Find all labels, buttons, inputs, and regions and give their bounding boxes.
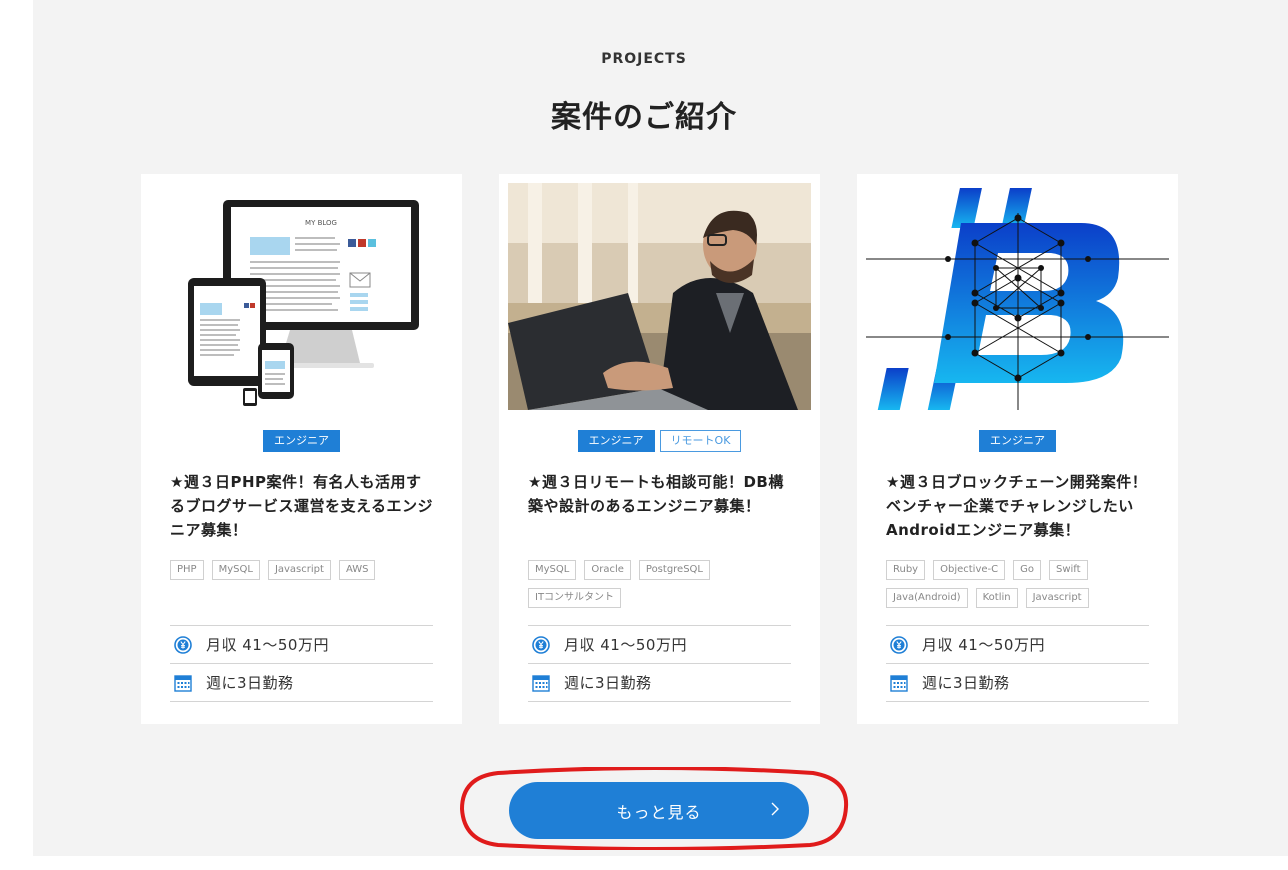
card-image-blockchain[interactable] bbox=[866, 183, 1169, 410]
card-image-office[interactable] bbox=[508, 183, 811, 410]
yen-circle-icon bbox=[532, 635, 550, 654]
schedule-text: 週に3日勤務 bbox=[206, 674, 294, 692]
more-button-label: もっと見る bbox=[616, 802, 702, 822]
card-badges: エンジニア bbox=[141, 430, 462, 452]
section-eyebrow: PROJECTS bbox=[601, 51, 687, 67]
badge-engineer: エンジニア bbox=[263, 430, 340, 452]
section-title: 案件のご紹介 bbox=[551, 100, 737, 135]
project-card-2[interactable]: エンジニア リモートOK ★週３日リモートも相談可能！DB構築や設計のあるエンジ… bbox=[499, 174, 820, 724]
skill-tag: Oracle bbox=[584, 560, 631, 580]
skill-tag: Go bbox=[1013, 560, 1041, 580]
salary-row: 月収 41〜50万円 bbox=[886, 625, 1149, 663]
yen-circle-icon bbox=[890, 635, 908, 654]
salary-row: 月収 41〜50万円 bbox=[170, 625, 433, 663]
skill-tag: Objective-C bbox=[933, 560, 1006, 580]
card-title[interactable]: ★週３日PHP案件！有名人も活用するブログサービス運営を支えるエンジニア募集！ bbox=[170, 470, 435, 542]
bitcoin-blockchain-illustration bbox=[866, 183, 1169, 410]
card-title[interactable]: ★週３日リモートも相談可能！DB構築や設計のあるエンジニア募集！ bbox=[528, 470, 793, 518]
office-photo bbox=[508, 183, 811, 410]
skill-tag: PostgreSQL bbox=[638, 560, 710, 580]
schedule-text: 週に3日勤務 bbox=[922, 674, 1010, 692]
skill-tag: MySQL bbox=[211, 560, 260, 580]
skill-tags: PHP MySQL Javascript AWS bbox=[170, 560, 435, 580]
salary-text: 月収 41〜50万円 bbox=[922, 636, 1045, 654]
skill-tags: Ruby Objective-C Go Swift Java(Android) … bbox=[886, 560, 1151, 608]
calendar-icon bbox=[174, 674, 192, 692]
schedule-row: 週に3日勤務 bbox=[528, 663, 791, 702]
badge-remote-ok: リモートOK bbox=[659, 430, 742, 452]
skill-tags: MySQL Oracle PostgreSQL ITコンサルタント bbox=[528, 560, 793, 608]
card-title[interactable]: ★週３日ブロックチェーン開発案件！ベンチャー企業でチャレンジしたいAndroid… bbox=[886, 470, 1151, 542]
devices-illustration: MY BLOG bbox=[150, 183, 453, 410]
skill-tag: MySQL bbox=[528, 560, 577, 580]
skill-tag: PHP bbox=[170, 560, 204, 580]
card-badges: エンジニア bbox=[857, 430, 1178, 452]
card-image-devices[interactable]: MY BLOG bbox=[150, 183, 453, 410]
skill-tag: Javascript bbox=[267, 560, 331, 580]
project-card-1[interactable]: MY BLOG エンジニア ★週３日PHP案件！有名人も活用するブログサービス運… bbox=[141, 174, 462, 724]
salary-text: 月収 41〜50万円 bbox=[206, 636, 329, 654]
chevron-right-icon bbox=[771, 802, 779, 816]
monitor-blog-text: MY BLOG bbox=[305, 219, 337, 227]
schedule-row: 週に3日勤務 bbox=[886, 663, 1149, 702]
yen-circle-icon bbox=[174, 635, 192, 654]
skill-tag: Java(Android) bbox=[886, 588, 968, 608]
skill-tag: ITコンサルタント bbox=[528, 588, 622, 608]
project-card-3[interactable]: エンジニア ★週３日ブロックチェーン開発案件！ベンチャー企業でチャレンジしたいA… bbox=[857, 174, 1178, 724]
skill-tag: Swift bbox=[1049, 560, 1088, 580]
calendar-icon bbox=[890, 674, 908, 692]
badge-engineer: エンジニア bbox=[979, 430, 1056, 452]
skill-tag: Ruby bbox=[886, 560, 926, 580]
salary-row: 月収 41〜50万円 bbox=[528, 625, 791, 663]
salary-text: 月収 41〜50万円 bbox=[564, 636, 687, 654]
badge-engineer: エンジニア bbox=[577, 430, 655, 452]
schedule-row: 週に3日勤務 bbox=[170, 663, 433, 702]
more-button[interactable]: もっと見る bbox=[509, 782, 809, 839]
skill-tag: Javascript bbox=[1025, 588, 1089, 608]
skill-tag: Kotlin bbox=[975, 588, 1018, 608]
skill-tag: AWS bbox=[338, 560, 376, 580]
card-badges: エンジニア リモートOK bbox=[499, 430, 820, 452]
schedule-text: 週に3日勤務 bbox=[564, 674, 652, 692]
calendar-icon bbox=[532, 674, 550, 692]
